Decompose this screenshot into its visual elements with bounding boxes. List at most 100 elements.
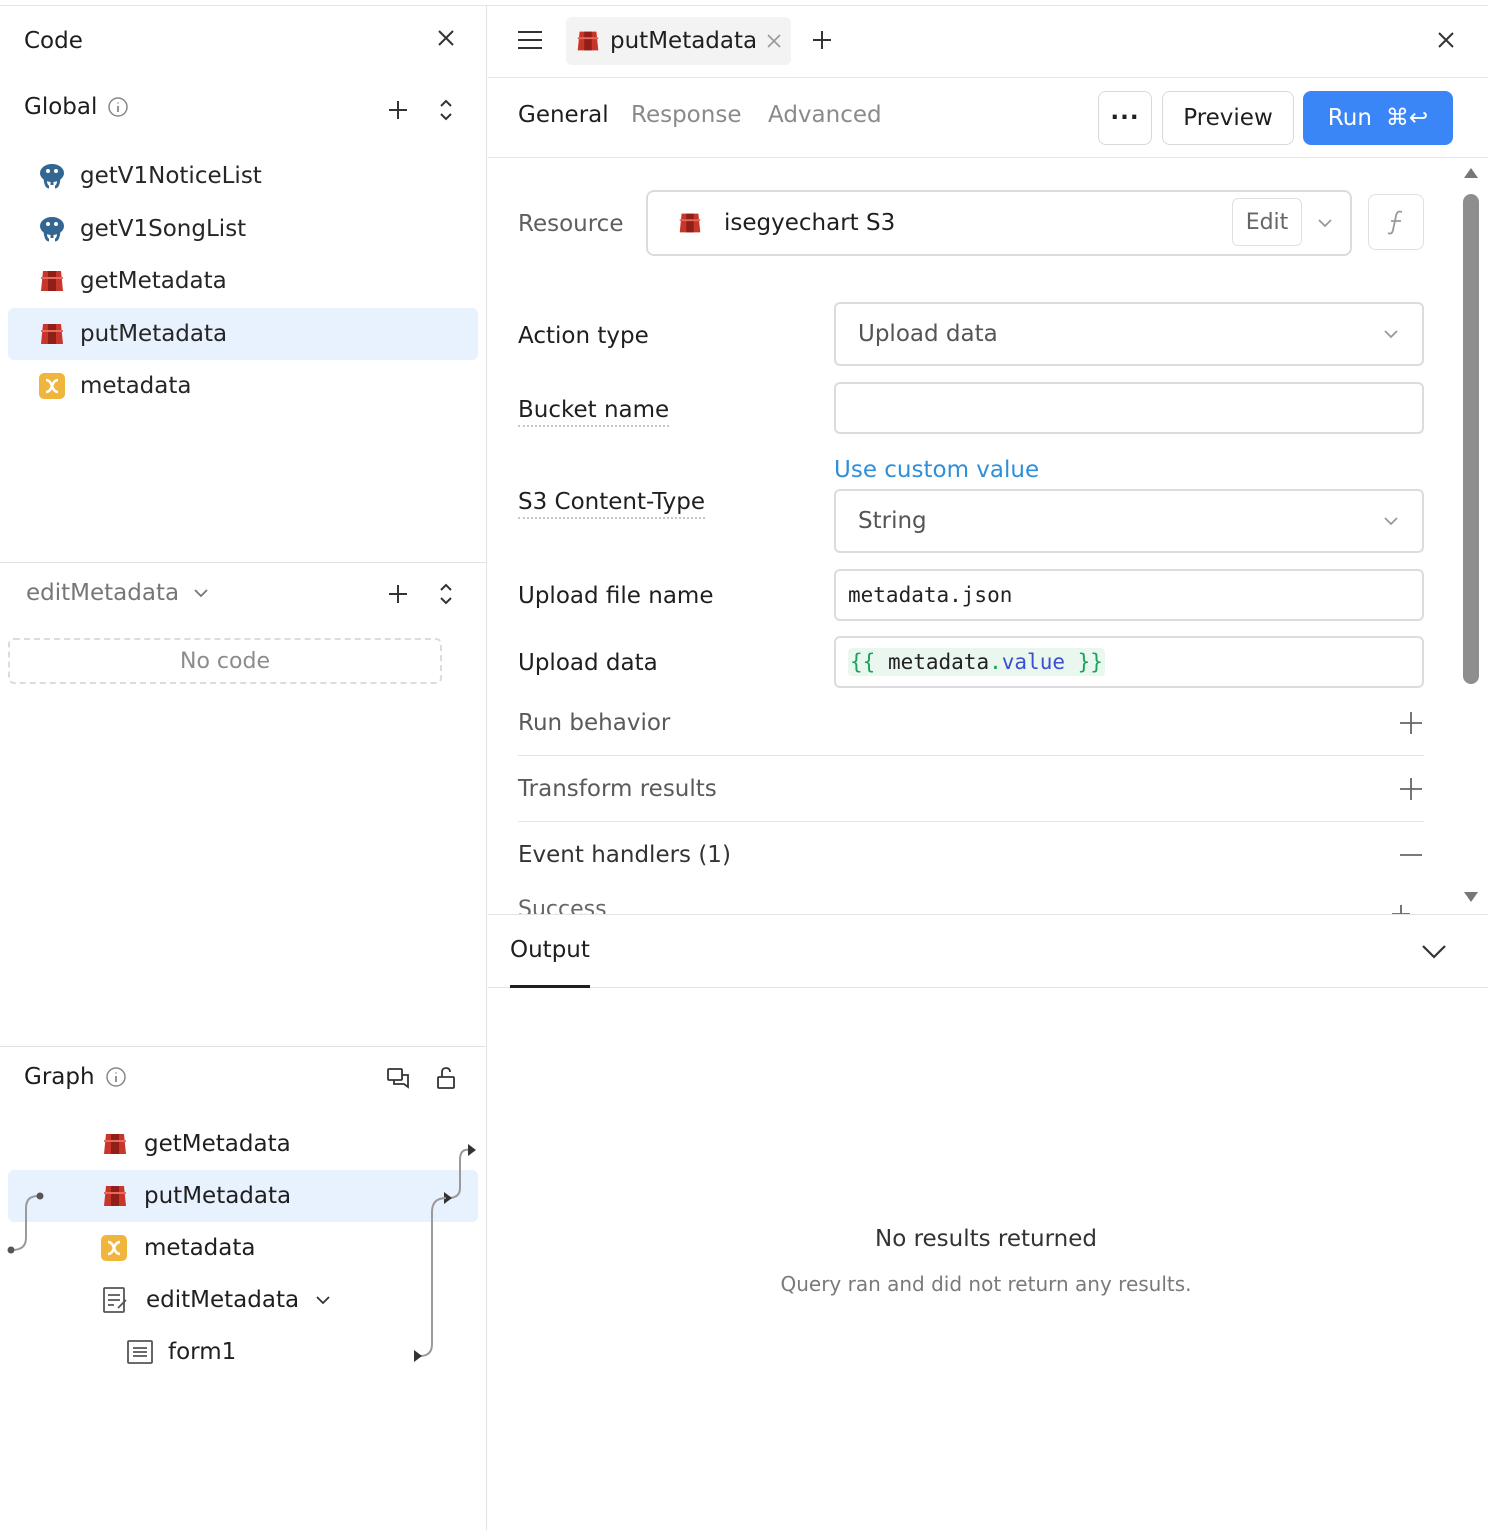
edit-resource-button[interactable]: Edit [1232,198,1302,246]
form-scrollbar[interactable] [1460,166,1482,906]
plus-icon [389,101,407,119]
bucket-name-input[interactable] [834,382,1424,434]
query-form: Resource isegyechart S3 Edit Action type… [488,159,1488,915]
tab-response[interactable]: Response [631,102,741,128]
run-label: Run [1327,105,1372,131]
graph-item-label: metadata [144,1235,256,1261]
scope-selector[interactable]: editMetadata [26,580,211,606]
transform-results-section[interactable]: Transform results [518,756,1424,822]
chevron-down-icon[interactable] [1420,941,1448,961]
upload-data-input[interactable]: {{ metadata.value }} [834,636,1424,688]
scroll-up-icon[interactable] [1462,166,1480,180]
info-icon [105,1067,126,1087]
graph-item-label: putMetadata [144,1183,292,1209]
chevron-down-icon [316,1296,330,1305]
content-type-select[interactable]: String [834,489,1424,553]
add-scope-code-button[interactable] [382,578,414,610]
empty-results-title: No results returned [874,1226,1098,1252]
close-code-button[interactable] [430,22,462,54]
global-item-getv1songlist[interactable]: getV1SongList [8,203,478,255]
modal-icon [102,1286,134,1314]
expand-scope-button[interactable] [430,578,462,610]
action-type-value: Upload data [858,321,998,347]
global-item-label: putMetadata [80,321,228,347]
postgres-icon [36,160,68,192]
tab-general[interactable]: General [518,102,609,128]
global-item-label: metadata [80,373,192,399]
graph-item-putmetadata[interactable]: putMetadata [100,1170,291,1222]
more-options-button[interactable]: ··· [1098,91,1152,145]
global-item-label: getV1SongList [80,216,247,242]
preview-button[interactable]: Preview [1162,91,1294,145]
output-title: Output [510,937,590,963]
query-editor: putMetadata General Response Advanced ··… [488,6,1488,1530]
minus-icon [1400,854,1422,856]
chevron-down-icon [1384,330,1398,339]
global-header: Global [24,94,129,120]
file-tab-label: putMetadata [610,28,758,54]
template-property: value [1001,650,1065,674]
resource-select[interactable]: isegyechart S3 Edit [646,190,1352,256]
graph-item-editmetadata[interactable]: editMetadata [102,1274,333,1326]
global-item-metadata[interactable]: metadata [8,360,478,412]
use-custom-value-link[interactable]: Use custom value [834,457,1039,483]
global-item-putmetadata[interactable]: putMetadata [8,308,478,360]
chevron-updown-icon [440,583,452,605]
global-item-getmetadata[interactable]: getMetadata [8,255,478,307]
function-toggle-button[interactable] [1368,194,1424,250]
s3-icon [100,1129,132,1159]
scope-title: editMetadata [26,580,180,606]
template-object: metadata [887,650,990,674]
run-behavior-section[interactable]: Run behavior [518,690,1424,756]
run-behavior-label: Run behavior [518,709,671,736]
action-type-select[interactable]: Upload data [834,302,1424,366]
close-editor-button[interactable] [1430,24,1462,56]
chevron-down-icon[interactable] [1316,214,1334,232]
graph-lock-button[interactable] [430,1062,462,1094]
close-icon [1438,32,1454,48]
run-button[interactable]: Run ⌘↩ [1303,91,1453,145]
s3-icon [100,1181,132,1211]
close-tab-icon[interactable] [765,32,783,50]
graph-item-metadata[interactable]: metadata [100,1222,255,1274]
chevron-updown-icon [440,99,452,121]
graph-header: Graph [24,1064,127,1090]
file-tab-putmetadata[interactable]: putMetadata [566,17,792,65]
graph-item-getmetadata[interactable]: getMetadata [100,1118,291,1170]
divider [0,1046,487,1047]
expand-global-button[interactable] [430,94,462,126]
new-tab-button[interactable] [806,24,838,56]
action-type-label: Action type [518,323,649,349]
graph-item-form1[interactable]: form1 [126,1326,236,1378]
content-type-label: S3 Content-Type [518,489,706,519]
add-global-button[interactable] [382,94,414,126]
global-item-label: getV1NoticeList [80,163,262,189]
output-header[interactable]: Output [488,914,1488,988]
variable-icon [100,1234,132,1262]
event-handlers-section[interactable]: Event handlers (1) [518,822,1424,888]
upload-file-name-input[interactable]: metadata.json [834,569,1424,621]
plus-icon [1400,777,1422,800]
graph-comments-button[interactable] [382,1062,414,1094]
scroll-down-icon[interactable] [1462,890,1480,904]
run-shortcut: ⌘↩ [1385,105,1429,131]
global-item-label: getMetadata [80,268,227,294]
variable-icon [36,370,68,402]
template-dot: . [989,650,1002,674]
graph-title: Graph [24,1064,95,1090]
info-icon [108,97,129,117]
scroll-thumb[interactable] [1463,194,1479,684]
divider [0,562,487,563]
s3-icon [36,265,68,297]
tab-advanced[interactable]: Advanced [768,102,882,128]
s3-icon [36,318,68,350]
function-icon [1387,210,1403,235]
bucket-name-label: Bucket name [518,397,670,427]
global-item-getv1noticelist[interactable]: getV1NoticeList [8,150,478,202]
resource-label: Resource [518,211,624,237]
content-type-value: String [858,508,927,534]
menu-button[interactable] [514,24,546,56]
code-title: Code [24,28,83,54]
upload-data-label: Upload data [518,650,658,676]
code-sidebar: Code Global getV1NoticeList getV1SongLis… [0,6,487,1530]
